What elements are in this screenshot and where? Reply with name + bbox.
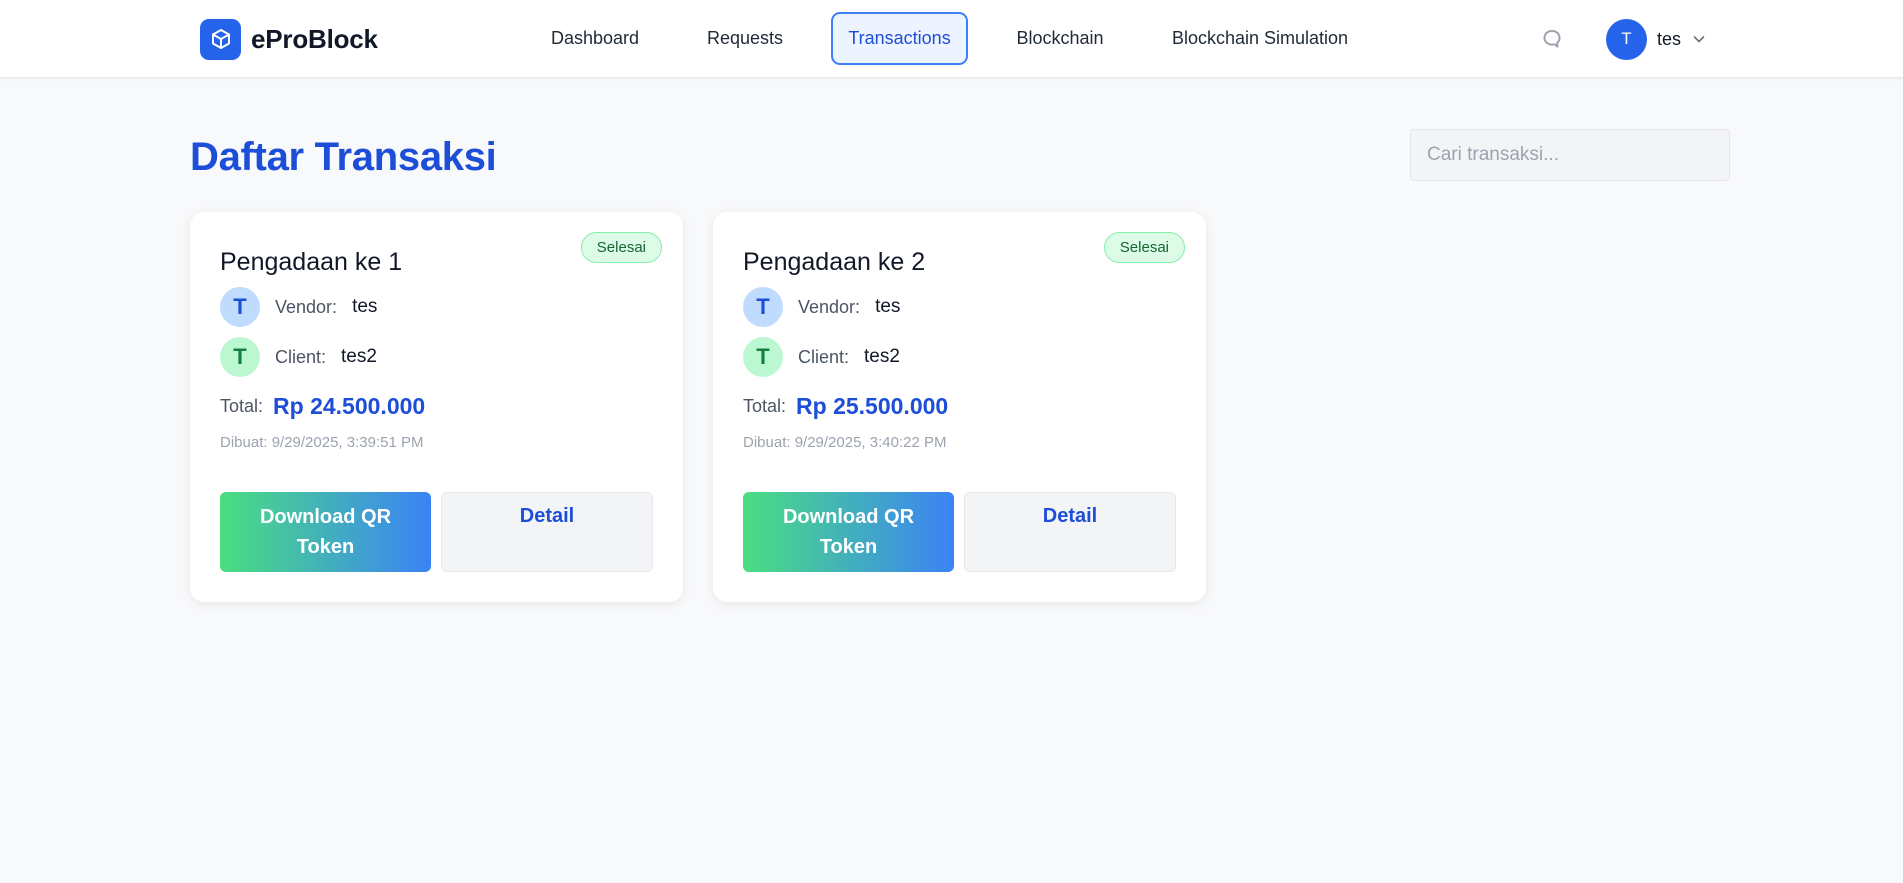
status-badge: Selesai <box>580 232 662 263</box>
detail-button[interactable]: Detail <box>441 492 653 572</box>
transaction-card: Pengadaan ke 2 Selesai T Vendor: tes T C… <box>713 212 1206 602</box>
user-menu[interactable]: T tes <box>1606 18 1707 60</box>
total-amount: Rp 24.500.000 <box>273 392 426 419</box>
nav-blockchain[interactable]: Blockchain <box>1003 12 1117 65</box>
total-label: Total: <box>220 395 264 416</box>
total-amount: Rp 25.500.000 <box>796 392 949 419</box>
nav-dashboard[interactable]: Dashboard <box>536 12 654 65</box>
detail-button[interactable]: Detail <box>964 492 1176 572</box>
created-timestamp: Dibuat: 9/29/2025, 3:40:22 PM <box>743 434 947 451</box>
cube-icon <box>200 18 241 60</box>
vendor-avatar: T <box>743 287 783 327</box>
transaction-title: Pengadaan ke 2 <box>743 248 926 276</box>
nav-requests[interactable]: Requests <box>690 12 800 65</box>
status-badge: Selesai <box>1103 232 1185 263</box>
client-avatar: T <box>743 337 783 377</box>
client-avatar: T <box>220 337 260 377</box>
client-row: T Client: tes2 <box>743 337 900 377</box>
created-timestamp: Dibuat: 9/29/2025, 3:39:51 PM <box>220 434 424 451</box>
client-label: Client: <box>275 346 327 367</box>
download-qr-token-button[interactable]: Download QR Token <box>743 492 954 572</box>
brand[interactable]: eProBlock <box>200 18 378 60</box>
client-label: Client: <box>798 346 850 367</box>
transaction-card: Pengadaan ke 1 Selesai T Vendor: tes T C… <box>190 212 683 602</box>
top-navbar: eProBlock Dashboard Requests Transaction… <box>0 0 1903 78</box>
client-name: tes2 <box>341 346 377 367</box>
client-name: tes2 <box>864 346 900 367</box>
avatar: T <box>1606 18 1647 60</box>
vendor-row: T Vendor: tes <box>220 287 377 327</box>
transaction-title: Pengadaan ke 1 <box>220 248 403 276</box>
chat-bubble-icon[interactable] <box>1540 27 1564 51</box>
brand-name: eProBlock <box>251 23 378 54</box>
vendor-row: T Vendor: tes <box>743 287 900 327</box>
vendor-name: tes <box>875 296 901 317</box>
nav-blockchain-simulation[interactable]: Blockchain Simulation <box>1157 12 1363 65</box>
total-label: Total: <box>743 395 787 416</box>
total-row: Total: Rp 25.500.000 <box>743 390 948 422</box>
vendor-avatar: T <box>220 287 260 327</box>
chevron-down-icon <box>1693 36 1705 43</box>
nav-transactions[interactable]: Transactions <box>831 12 968 65</box>
search-input[interactable] <box>1410 129 1730 181</box>
total-row: Total: Rp 24.500.000 <box>220 390 425 422</box>
client-row: T Client: tes2 <box>220 337 377 377</box>
page-title: Daftar Transaksi <box>190 135 497 179</box>
user-name: tes <box>1657 28 1682 49</box>
vendor-label: Vendor: <box>798 296 861 317</box>
vendor-label: Vendor: <box>275 296 338 317</box>
vendor-name: tes <box>352 296 378 317</box>
download-qr-token-button[interactable]: Download QR Token <box>220 492 431 572</box>
